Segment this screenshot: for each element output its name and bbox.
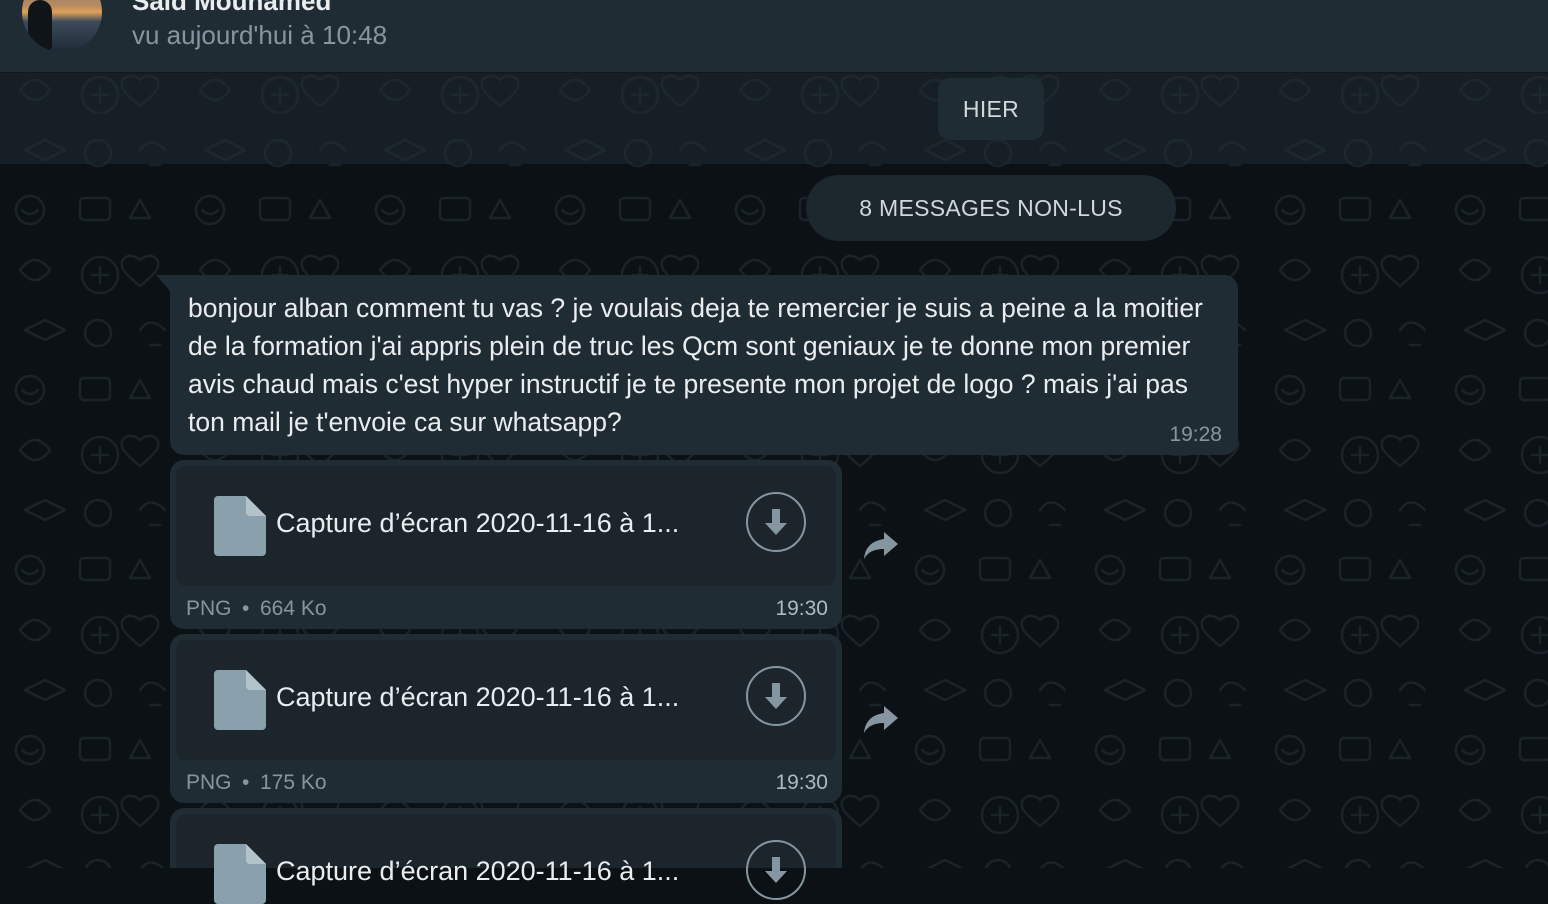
meta-separator: • [242, 597, 250, 620]
download-arrow-icon [765, 857, 787, 883]
incoming-file-message[interactable]: Capture d’écran 2020-11-16 à 1... [170, 808, 842, 904]
date-separator-chip: HIER [938, 78, 1044, 140]
message-time: 19:30 [775, 771, 828, 794]
last-seen-status: vu aujourd'hui à 10:48 [132, 20, 388, 50]
forward-icon[interactable] [862, 528, 902, 562]
contact-avatar[interactable] [22, 0, 102, 52]
file-card[interactable]: Capture d’écran 2020-11-16 à 1... [176, 466, 836, 586]
download-button[interactable] [746, 840, 806, 900]
download-arrow-icon [765, 683, 787, 709]
incoming-file-message[interactable]: Capture d’écran 2020-11-16 à 1... PNG • … [170, 634, 842, 803]
incoming-file-message[interactable]: Capture d’écran 2020-11-16 à 1... PNG • … [170, 460, 842, 629]
unread-messages-chip: 8 MESSAGES NON-LUS [806, 175, 1176, 241]
download-arrow-icon [765, 509, 787, 535]
download-button[interactable] [746, 666, 806, 726]
document-icon [214, 496, 266, 556]
document-icon [214, 844, 266, 904]
download-button[interactable] [746, 492, 806, 552]
file-name: Capture d’écran 2020-11-16 à 1... [276, 856, 680, 886]
day-separator-band [0, 72, 1548, 164]
incoming-text-message[interactable]: bonjour alban comment tu vas ? je voulai… [156, 275, 1238, 455]
file-type: PNG [186, 771, 232, 794]
message-time: 19:28 [1169, 423, 1222, 446]
avatar-photo-silhouette [28, 0, 52, 50]
meta-separator: • [242, 771, 250, 794]
forward-icon[interactable] [862, 702, 902, 736]
message-text: bonjour alban comment tu vas ? je voulai… [188, 293, 1203, 437]
file-card[interactable]: Capture d’écran 2020-11-16 à 1... [176, 640, 836, 760]
bubble-tail [156, 275, 170, 291]
contact-name[interactable]: Said Mouhamed [132, 0, 331, 17]
file-name: Capture d’écran 2020-11-16 à 1... [276, 682, 680, 712]
file-size: 664 Ko [260, 597, 327, 620]
chat-header[interactable]: Said Mouhamed vu aujourd'hui à 10:48 [0, 0, 1548, 73]
file-card[interactable]: Capture d’écran 2020-11-16 à 1... [176, 814, 836, 904]
message-time: 19:30 [775, 597, 828, 620]
document-icon [214, 670, 266, 730]
file-name: Capture d’écran 2020-11-16 à 1... [276, 508, 680, 538]
file-type: PNG [186, 597, 232, 620]
file-size: 175 Ko [260, 771, 327, 794]
